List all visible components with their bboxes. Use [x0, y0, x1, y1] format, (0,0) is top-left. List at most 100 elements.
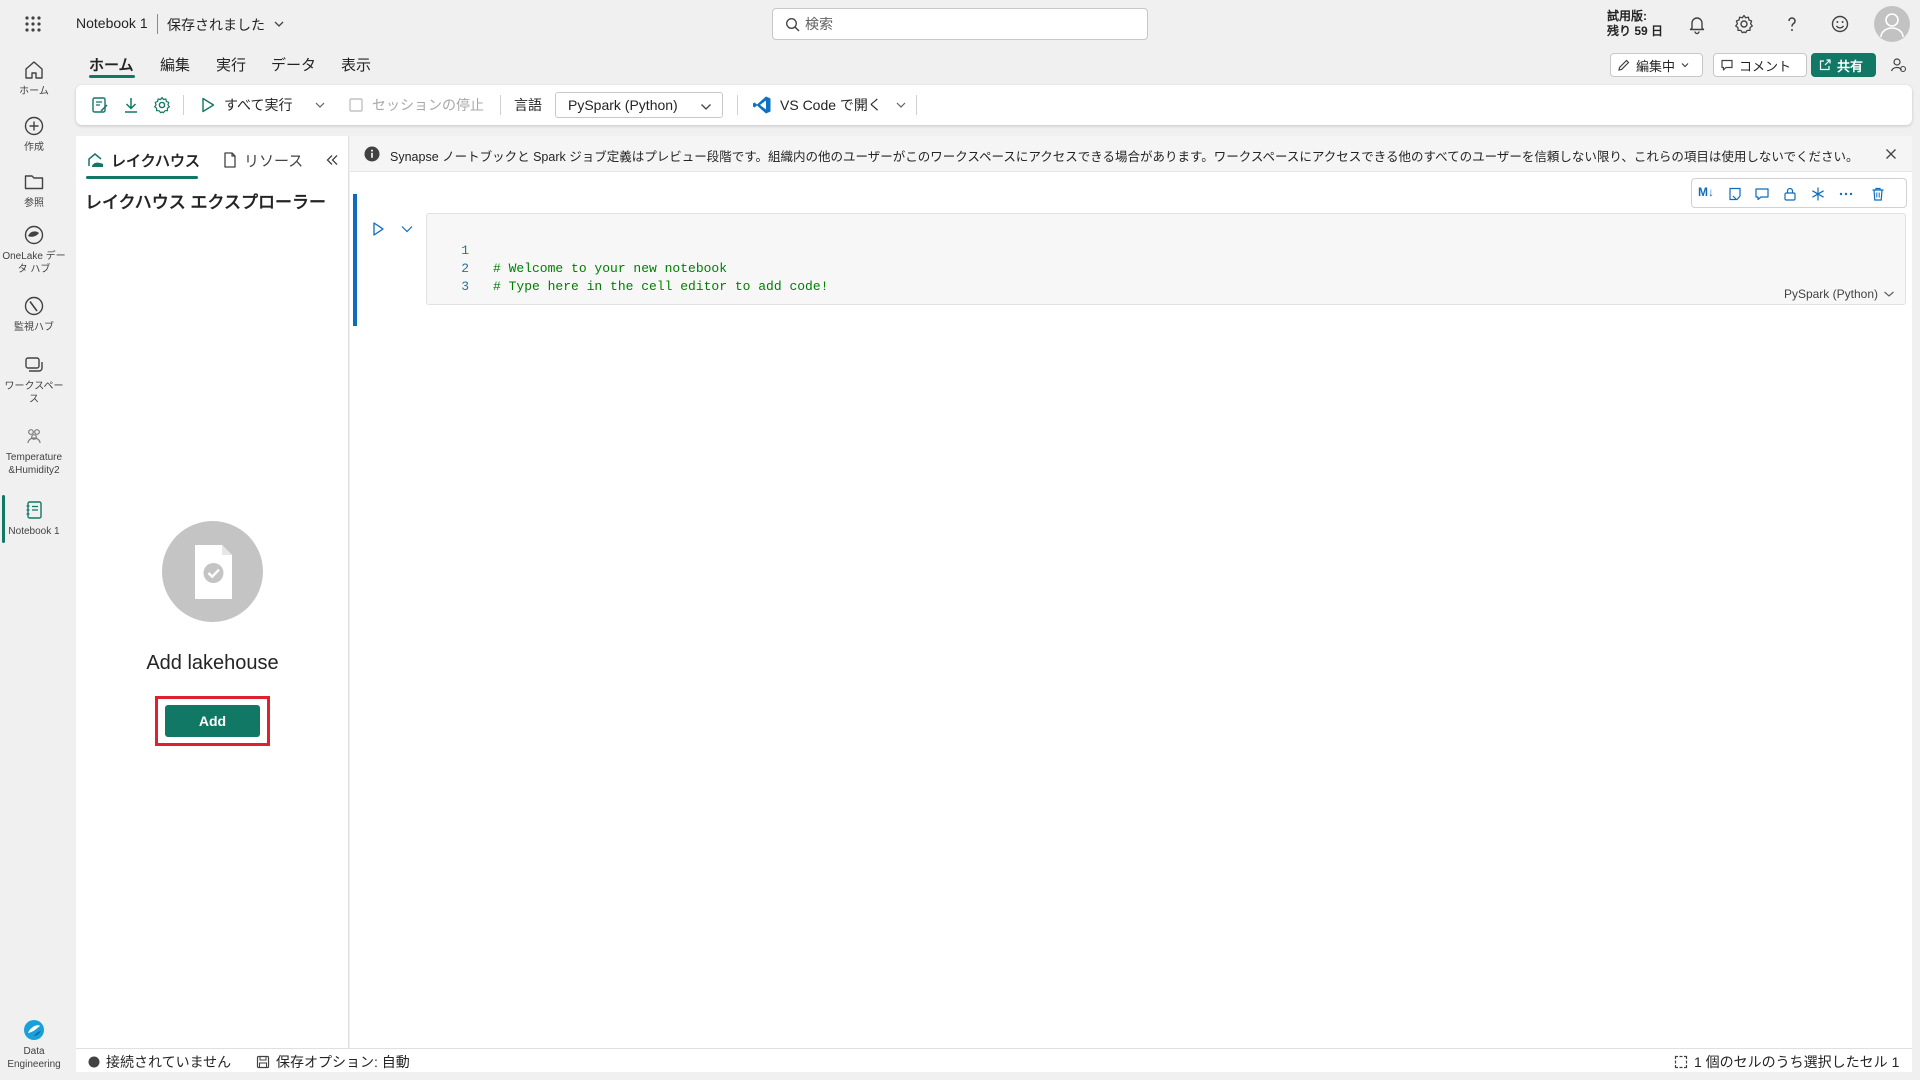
connection-status-label: 接続されていません — [106, 1054, 232, 1070]
search-input[interactable] — [805, 11, 1135, 37]
freeze-cell-icon[interactable] — [1810, 186, 1826, 202]
cell-toolbar: M↓ — [1691, 178, 1907, 208]
tab-resources[interactable]: リソース — [222, 148, 303, 172]
save-option-label: 保存オプション: 自動 — [276, 1054, 410, 1070]
code-text: # Type here in the cell editor to add co… — [493, 279, 829, 294]
run-cell-icon[interactable] — [370, 220, 386, 238]
gear-icon[interactable] — [1733, 13, 1755, 35]
cell-selection-label: 1 個のセルのうち選択したセル 1 — [1694, 1054, 1900, 1070]
share-icon — [1818, 58, 1832, 72]
rail-item-notebook-1[interactable]: Notebook 1 — [0, 498, 68, 538]
collapse-cell-chevron-icon[interactable] — [400, 223, 414, 235]
tab-home[interactable]: ホーム — [89, 54, 134, 75]
collapse-panel-icon[interactable] — [324, 152, 340, 168]
workspace-icon — [22, 353, 46, 377]
lakehouse-panel: レイクハウス リソース レイクハウス エクスプローラー Add lakehous… — [76, 136, 349, 1072]
delete-cell-icon[interactable] — [1870, 186, 1886, 202]
folder-icon — [22, 170, 46, 194]
search-box[interactable] — [772, 8, 1148, 40]
cell-language-label: PySpark (Python) — [1783, 287, 1878, 301]
line-number: 3 — [461, 279, 469, 294]
collaborators-icon[interactable] — [1889, 56, 1907, 74]
toolbar-divider — [500, 95, 501, 115]
onelake-icon — [22, 223, 46, 247]
tab-lakehouse[interactable]: レイクハウス — [87, 148, 200, 172]
save-option-status[interactable]: 保存オプション: 自動 — [256, 1052, 410, 1072]
tab-data[interactable]: データ — [271, 54, 316, 75]
markdown-toggle-icon[interactable]: M↓ — [1698, 185, 1714, 199]
comment-button[interactable]: コメント — [1713, 53, 1807, 77]
chevron-down-icon — [700, 102, 712, 112]
connection-status[interactable]: 接続されていません — [88, 1052, 231, 1072]
code-line: 3 — [427, 260, 474, 294]
more-options-icon[interactable] — [1838, 186, 1854, 202]
run-all-button[interactable]: すべて実行 — [200, 85, 292, 125]
share-button[interactable]: 共有 — [1811, 53, 1876, 77]
stop-session-label: セッションの停止 — [372, 97, 484, 113]
tab-view[interactable]: 表示 — [341, 54, 371, 75]
play-icon — [200, 96, 216, 114]
vscode-icon — [752, 95, 772, 115]
rail-item-workspaces[interactable]: ワークスペース — [0, 353, 68, 406]
tab-edit[interactable]: 編集 — [160, 54, 190, 75]
rail-item-onelake[interactable]: OneLake データ ハブ — [0, 223, 68, 276]
notebook-icon — [22, 498, 46, 522]
stop-session-button[interactable]: セッションの停止 — [348, 85, 484, 125]
preview-warning-banner: Synapse ノートブックと Spark ジョブ定義はプレビュー段階です。組織… — [350, 136, 1912, 172]
app-launcher-icon[interactable] — [20, 12, 46, 36]
vscode-label: VS Code で開く — [780, 97, 882, 113]
vscode-dropdown-chevron-icon[interactable] — [895, 85, 907, 125]
code-cell-editor[interactable]: 1 # Welcome to your new notebook 2 # Typ… — [426, 213, 1906, 305]
chevron-down-icon — [1680, 61, 1690, 69]
chevron-down-icon[interactable] — [273, 19, 285, 29]
save-status[interactable]: 保存されました — [167, 15, 265, 35]
language-select[interactable]: PySpark (Python) — [555, 92, 723, 118]
rail-item-temperature-humidity2[interactable]: Temperature &Humidity2 — [0, 424, 68, 477]
add-markdown-cell-icon[interactable] — [1727, 186, 1743, 202]
save-notebook-icon[interactable] — [90, 85, 110, 125]
run-all-dropdown-chevron-icon[interactable] — [314, 85, 326, 125]
tab-resources-label: リソース — [244, 152, 304, 170]
settings-gear-icon[interactable] — [152, 85, 172, 125]
rail-item-home[interactable]: ホーム — [0, 58, 68, 98]
code-line: 1 # Welcome to your new notebook — [427, 224, 727, 276]
tab-run[interactable]: 実行 — [216, 54, 246, 75]
download-icon[interactable] — [121, 85, 141, 125]
user-avatar[interactable] — [1874, 6, 1910, 42]
open-in-vscode-button[interactable]: VS Code で開く — [752, 85, 882, 125]
active-tab-underline — [89, 75, 135, 78]
document-title[interactable]: Notebook 1 — [76, 15, 148, 31]
trial-status[interactable]: 試用版: 残り 59 日 — [1607, 9, 1663, 39]
lock-icon[interactable] — [1782, 186, 1798, 202]
rail-item-browse[interactable]: 参照 — [0, 170, 68, 210]
pencil-icon — [1617, 58, 1631, 72]
chevron-down-icon — [1883, 289, 1895, 299]
save-disk-icon — [256, 1055, 270, 1069]
feedback-smiley-icon[interactable] — [1829, 13, 1851, 35]
create-icon — [22, 114, 46, 138]
toolbar-divider — [183, 95, 184, 115]
notebook-toolbar: すべて実行 セッションの停止 言語 PySpark (Python) VS Co… — [76, 85, 1912, 125]
cell-language-selector[interactable]: PySpark (Python) — [1784, 287, 1895, 301]
help-icon[interactable] — [1781, 13, 1803, 35]
share-label: 共有 — [1837, 58, 1864, 74]
rail-item-monitor[interactable]: 監視ハブ — [0, 294, 68, 334]
add-lakehouse-button[interactable]: Add — [165, 705, 260, 737]
file-icon — [222, 151, 238, 169]
comment-cell-icon[interactable] — [1754, 186, 1770, 202]
tab-lakehouse-label: レイクハウス — [111, 152, 200, 170]
cell-selection-status: 1 個のセルのうち選択したセル 1 — [1674, 1052, 1899, 1072]
toolbar-divider — [916, 95, 917, 115]
info-icon — [364, 146, 380, 162]
rail-item-data-engineering[interactable]: Data Engineering — [0, 1018, 68, 1071]
editing-mode-button[interactable]: 編集中 — [1610, 53, 1703, 77]
language-label: 言語 — [514, 97, 542, 113]
search-icon — [785, 17, 801, 33]
close-icon[interactable] — [1884, 147, 1898, 161]
status-dot-icon — [88, 1056, 100, 1068]
bell-icon[interactable] — [1686, 13, 1708, 35]
top-bar: Notebook 1 保存されました 試用版: 残り 59 日 — [0, 0, 1920, 48]
rail-item-create[interactable]: 作成 — [0, 114, 68, 154]
rail-label: 作成 — [24, 142, 44, 153]
trial-days-remaining: 残り 59 日 — [1607, 24, 1664, 38]
